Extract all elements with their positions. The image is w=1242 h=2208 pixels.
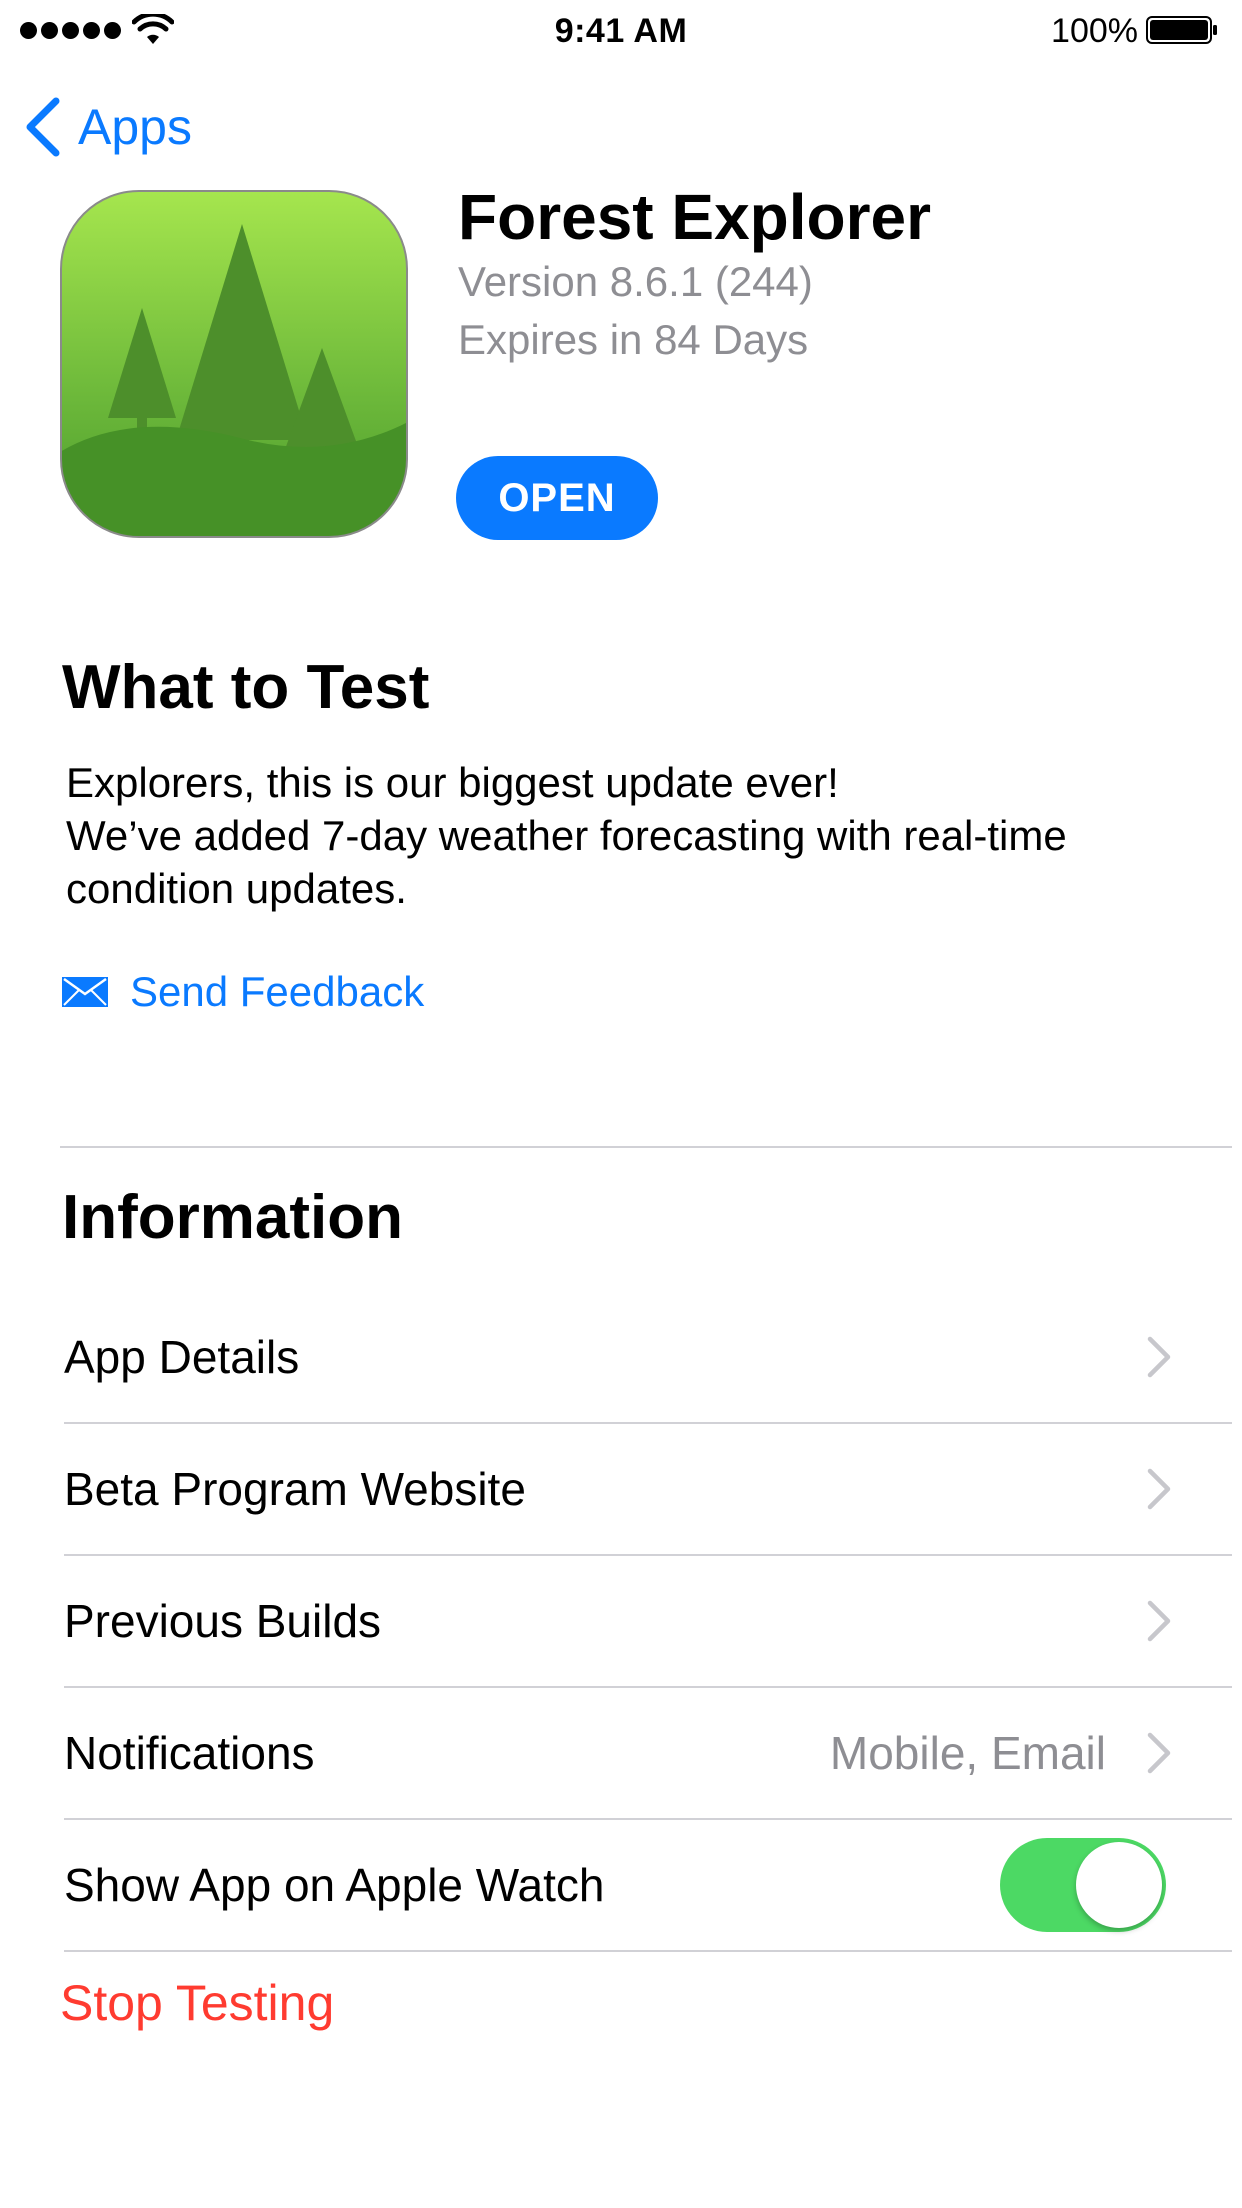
chevron-right-icon: [1147, 1468, 1171, 1510]
information-list: App Details Beta Program Website Previou…: [64, 1292, 1232, 1952]
battery-percent: 100%: [1051, 12, 1138, 50]
row-show-app-on-apple-watch: Show App on Apple Watch: [64, 1820, 1232, 1952]
row-app-details[interactable]: App Details: [64, 1292, 1232, 1424]
what-to-test-title: What to Test: [62, 653, 430, 722]
test-notes-line: condition updates.: [66, 865, 407, 912]
row-notifications[interactable]: Notifications Mobile, Email: [64, 1688, 1232, 1820]
information-title: Information: [62, 1183, 403, 1252]
stop-testing-button[interactable]: Stop Testing: [60, 1974, 334, 2032]
back-label: Apps: [78, 99, 192, 155]
forest-trees-app-icon: [60, 190, 408, 538]
test-notes-line: Explorers, this is our biggest update ev…: [66, 759, 839, 806]
envelope-icon: [62, 977, 108, 1007]
chevron-left-icon: [26, 97, 60, 157]
send-feedback-label: Send Feedback: [130, 968, 425, 1015]
battery-icon: [1146, 16, 1217, 44]
row-label: Beta Program Website: [64, 1463, 526, 1515]
row-label: Previous Builds: [64, 1595, 382, 1647]
back-button[interactable]: Apps: [22, 92, 192, 162]
chevron-right-icon: [1147, 1732, 1171, 1774]
app-expiry: Expires in 84 Days: [458, 316, 809, 363]
chevron-right-icon: [1147, 1336, 1171, 1378]
status-bar: 9:41 AM 100%: [0, 0, 1242, 60]
row-label: Notifications: [64, 1727, 315, 1779]
row-previous-builds[interactable]: Previous Builds: [64, 1556, 1232, 1688]
test-notes-line: We’ve added 7-day weather forecasting wi…: [66, 812, 1067, 859]
notifications-value: Mobile, Email: [829, 1727, 1106, 1779]
app-version: Version 8.6.1 (244): [458, 258, 813, 305]
row-label: App Details: [64, 1331, 300, 1383]
row-label: Show App on Apple Watch: [64, 1859, 605, 1911]
apple-watch-toggle[interactable]: [1000, 1838, 1166, 1932]
app-name: Forest Explorer: [458, 181, 932, 253]
row-beta-program-website[interactable]: Beta Program Website: [64, 1424, 1232, 1556]
toggle-knob: [1076, 1842, 1162, 1928]
app-detail-screen: 9:41 AM 100% Apps Forest Explorer Versio…: [0, 0, 1242, 2208]
open-button[interactable]: OPEN: [456, 456, 658, 540]
chevron-right-icon: [1147, 1600, 1171, 1642]
send-feedback-link[interactable]: Send Feedback: [62, 968, 424, 1016]
test-notes: Explorers, this is our biggest update ev…: [66, 756, 1186, 915]
section-divider: [60, 1146, 1232, 1148]
